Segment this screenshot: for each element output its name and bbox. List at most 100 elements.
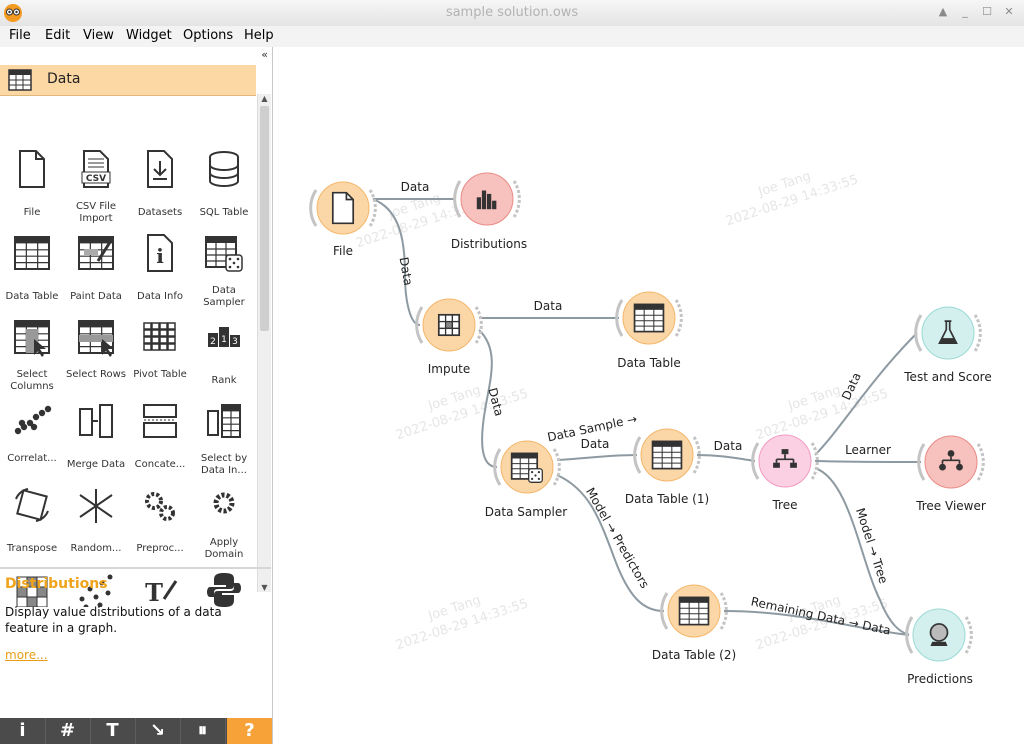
widget-tile-label: File xyxy=(23,207,41,218)
grid-button[interactable]: # xyxy=(45,718,91,744)
workflow-link xyxy=(814,460,922,463)
widget-tile-transpose[interactable]: Transpose xyxy=(0,479,64,563)
widget-tile-random[interactable]: Random... xyxy=(64,479,128,563)
link-label[interactable]: Data xyxy=(397,256,416,287)
watermark: Joe Tang2022-08-29 14:33:55 xyxy=(394,593,530,653)
node-testscore[interactable]: Test and Score xyxy=(903,306,992,384)
node-label: Tree Viewer xyxy=(915,499,986,513)
database-icon xyxy=(209,151,239,187)
workflow-canvas[interactable]: Joe Tang 2022-08-29 14:33:55 Joe Tang 2022-… xyxy=(273,47,1024,744)
close-icon[interactable]: ✕ xyxy=(1002,5,1016,18)
widget-tile-csv-file-import[interactable]: CSV CSV File Import xyxy=(64,143,128,227)
minimize-icon[interactable]: _ xyxy=(958,5,972,18)
randomize-icon xyxy=(79,489,113,523)
node-circle xyxy=(758,434,812,488)
node-label: Test and Score xyxy=(903,370,991,384)
watermark: Joe Tang2022-08-29 14:33:55 xyxy=(724,169,860,229)
scroll-up-icon[interactable]: ▲ xyxy=(258,94,271,103)
data-sampler-icon xyxy=(205,236,243,272)
widget-tile-apply-domain[interactable]: Apply Domain xyxy=(192,479,256,563)
category-header-data[interactable]: Data xyxy=(0,65,256,96)
pause-button[interactable]: ⏸ xyxy=(180,718,226,744)
menu-file[interactable]: File xyxy=(9,28,31,43)
widget-tile-preproc[interactable]: Preproc... xyxy=(128,479,192,563)
text-annotation-button[interactable]: T xyxy=(90,718,136,744)
widget-tile-label: Data Sampler xyxy=(203,285,245,308)
widget-tile-label: Rank xyxy=(211,375,237,386)
widget-tile-select-columns[interactable]: Select Columns xyxy=(0,311,64,395)
menu-widget[interactable]: Widget xyxy=(126,28,172,43)
node-sampler[interactable]: Data Sampler xyxy=(485,440,567,519)
output-anchor xyxy=(552,448,561,486)
output-anchor xyxy=(973,314,982,352)
svg-text:3: 3 xyxy=(232,337,238,347)
widget-tile-data-sampler[interactable]: Data Sampler xyxy=(192,227,256,311)
menu-view[interactable]: View xyxy=(83,28,114,43)
menu-help[interactable]: Help xyxy=(244,28,274,43)
link-label[interactable]: Data xyxy=(714,439,743,453)
menu-edit[interactable]: Edit xyxy=(45,28,70,43)
node-datatable2[interactable]: Data Table (2) xyxy=(652,584,736,662)
widget-tile-sql-table[interactable]: SQL Table xyxy=(192,143,256,227)
node-treeviewer[interactable]: Tree Viewer xyxy=(915,435,986,513)
node-impute[interactable]: Impute xyxy=(415,298,483,376)
node-circle xyxy=(924,435,978,489)
widget-tile-concate[interactable]: Concate... xyxy=(128,395,192,479)
link-label[interactable]: Learner xyxy=(845,443,891,457)
node-predictions[interactable]: Predictions xyxy=(905,608,973,686)
toolbox-scrollbar[interactable]: ▲ ▼ xyxy=(257,94,271,592)
paint-data-icon xyxy=(78,236,114,270)
input-anchor xyxy=(751,442,760,480)
widget-tile-pivot-table[interactable]: Pivot Table xyxy=(128,311,192,395)
data-table-icon xyxy=(678,596,710,626)
window-up-icon[interactable]: ▲ xyxy=(936,5,950,18)
csv-file-icon: CSV xyxy=(81,150,111,188)
help-button[interactable]: ? xyxy=(227,718,272,744)
widget-tile-label: Random... xyxy=(70,543,122,554)
info-button[interactable]: i xyxy=(0,718,46,744)
node-label: File xyxy=(333,244,353,258)
widget-tile-merge-data[interactable]: Merge Data xyxy=(64,395,128,479)
widget-tile-data-table[interactable]: Data Table xyxy=(0,227,64,311)
menu-options[interactable]: Options xyxy=(183,28,233,43)
widget-tile-label: Data Info xyxy=(137,291,183,302)
widget-tile-rank[interactable]: 2 1 3 Rank xyxy=(192,311,256,395)
data-sampler-icon xyxy=(510,452,543,483)
node-label: Predictions xyxy=(907,672,973,686)
widget-tile-file[interactable]: File xyxy=(0,143,64,227)
scrollbar-thumb[interactable] xyxy=(260,106,269,331)
category-label: Data xyxy=(47,71,81,87)
input-anchor xyxy=(905,616,914,654)
link-label[interactable]: Data xyxy=(534,299,563,313)
node-label: Impute xyxy=(428,362,471,376)
merge-data-icon xyxy=(79,404,113,438)
collapse-panel-icon[interactable]: « xyxy=(261,48,268,61)
info-description: Display value distributions of a data fe… xyxy=(5,605,222,635)
title-bar: sample solution.ows ▲ _ ☐ ✕ xyxy=(0,0,1024,27)
widget-tile-label: SQL Table xyxy=(199,207,249,218)
widget-tile-select-rows[interactable]: Select Rows xyxy=(64,311,128,395)
widget-tile-correlat[interactable]: Correlat... xyxy=(0,395,64,479)
widget-tile-select-by-data-in[interactable]: Select by Data In... xyxy=(192,395,256,479)
svg-text:2: 2 xyxy=(210,337,216,347)
node-datatable1[interactable]: Data Table (1) xyxy=(625,428,709,506)
data-info-icon: i xyxy=(147,234,173,272)
workflow-link xyxy=(556,454,638,461)
widget-info-box: Distributions Display value distribution… xyxy=(0,567,271,719)
link-label[interactable]: Data xyxy=(581,437,610,451)
link-label[interactable]: Data xyxy=(401,180,430,194)
widget-tile-label: CSV File Import xyxy=(75,201,117,224)
widget-tile-data-info[interactable]: i Data Info xyxy=(128,227,192,311)
arrow-annotation-button[interactable]: ↘ xyxy=(135,718,181,744)
info-more-link[interactable]: more... xyxy=(5,648,48,662)
input-anchor xyxy=(633,436,642,474)
widget-tile-datasets[interactable]: Datasets xyxy=(128,143,192,227)
node-datatable[interactable]: Data Table xyxy=(615,291,683,370)
select-rows-icon xyxy=(78,320,114,357)
output-anchor xyxy=(512,180,521,218)
maximize-icon[interactable]: ☐ xyxy=(980,5,994,18)
node-tree[interactable]: Tree xyxy=(751,434,819,512)
select-columns-icon xyxy=(14,320,50,357)
link-label[interactable]: Model → Tree xyxy=(853,506,891,585)
widget-tile-paint-data[interactable]: Paint Data xyxy=(64,227,128,311)
